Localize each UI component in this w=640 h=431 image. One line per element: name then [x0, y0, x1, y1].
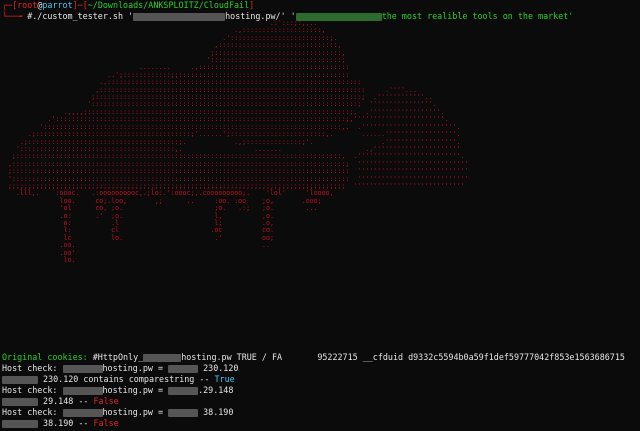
- result-false: False: [93, 418, 119, 428]
- prompt-corner-top: ┌─[: [2, 0, 18, 10]
- result-ip: 29.148 --: [43, 396, 89, 406]
- host-check-host: hosting.pw =: [102, 363, 164, 373]
- host-check-label: Host check:: [2, 363, 58, 373]
- redacted-host: [62, 408, 103, 417]
- redacted-ip: [168, 364, 199, 373]
- result-ip: 230.120: [43, 374, 79, 384]
- host-check-line: Host check: hosting.pw = 38.190: [2, 407, 233, 418]
- result-false: False: [93, 396, 119, 406]
- host-check-host: hosting.pw =: [102, 385, 164, 395]
- redacted-host: [62, 386, 103, 395]
- host-check-line: Host check: hosting.pw = 230.120: [2, 363, 238, 374]
- host-check-result-line: 38.190 -- False: [2, 418, 119, 429]
- redacted-ip: [2, 419, 38, 428]
- result-text: contains comparestring --: [83, 374, 210, 384]
- redacted-host: [62, 364, 103, 373]
- prompt-path-close: ]: [249, 0, 255, 10]
- host-check-label: Host check:: [2, 385, 58, 395]
- host-check-ip: 38.190: [203, 407, 234, 417]
- redacted-ip: [168, 408, 199, 417]
- result-ip: 38.190 --: [43, 418, 89, 428]
- redacted-cookie-domain: [143, 353, 182, 362]
- host-check-line: Host check: hosting.pw = .29.148: [2, 385, 233, 396]
- prompt-host: parrot: [42, 0, 73, 10]
- ascii-art-text: .:':::;:,,.. .,::::::::::::::::::::, .':…: [7, 20, 469, 264]
- host-check-host: hosting.pw =: [102, 407, 164, 417]
- redacted-ip: [168, 386, 199, 395]
- prompt-line-1: ┌─[root@parrot]─[~/Downloads/ANKSPLOITZ/…: [2, 0, 254, 11]
- cookies-label: Original cookies:: [2, 352, 88, 362]
- result-true: True: [214, 374, 235, 384]
- prompt-path: ~/Downloads/ANKSPLOITZ/CloudFail: [87, 0, 250, 10]
- prompt-user: root: [17, 0, 38, 10]
- cookies-host: hosting.pw TRUE / FA: [181, 352, 283, 362]
- host-check-label: Host check:: [2, 407, 58, 417]
- redacted-ip: [2, 375, 38, 384]
- cookies-line: Original cookies: #HttpOnly_ hosting.pw T…: [2, 352, 625, 363]
- cookies-tail: 95222715 __cfduid d9332c5594b0a59f1def59…: [317, 352, 625, 362]
- cookies-mid: #HttpOnly_: [92, 352, 144, 362]
- host-check-ip: 230.120: [203, 363, 239, 373]
- host-check-ip: .29.148: [198, 385, 234, 395]
- host-check-result-line: 29.148 -- False: [2, 396, 119, 407]
- terminal-window[interactable]: ┌─[root@parrot]─[~/Downloads/ANKSPLOITZ/…: [0, 0, 640, 431]
- host-check-result-line: 230.120 contains comparestring -- True: [2, 374, 235, 385]
- ascii-art-logo: .:':::;:,,.. .,::::::::::::::::::::, .':…: [0, 20, 640, 330]
- prompt-separator: ]─[: [72, 0, 88, 10]
- redacted-ip: [2, 397, 38, 406]
